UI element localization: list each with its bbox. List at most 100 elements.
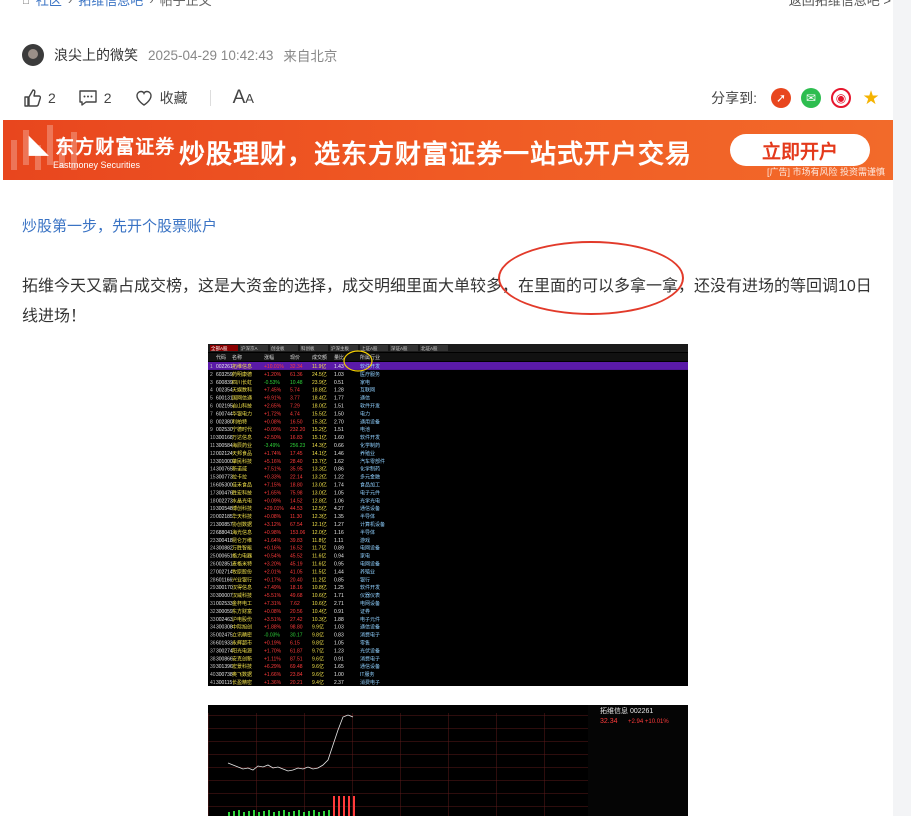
volume-bar <box>268 810 270 816</box>
row-ratio: 1.03 <box>334 625 344 631</box>
row-change: -0.03% <box>264 633 280 639</box>
row-code: 300007 <box>216 593 233 599</box>
row-index: 21 <box>210 522 216 528</box>
row-change: +2.01% <box>264 569 282 575</box>
row-change: +3.20% <box>264 562 282 568</box>
row-turnover: 13.3亿 <box>312 466 327 473</box>
row-name: 天邦食品 <box>232 450 252 457</box>
row-industry: 通信设备 <box>360 624 380 631</box>
row-change: +1.11% <box>264 656 281 662</box>
row-change: -3.49% <box>264 443 280 449</box>
grid-line <box>208 793 588 794</box>
row-index: 34 <box>210 625 216 631</box>
row-index: 33 <box>210 617 216 623</box>
row-change: +1.74% <box>264 451 282 457</box>
row-price: 39.83 <box>290 538 303 544</box>
volume-bar <box>253 810 255 816</box>
table-header-cell: 成交额 <box>312 354 327 361</box>
row-price: 27.42 <box>290 617 303 623</box>
row-ratio: 1.23 <box>334 648 344 654</box>
row-turnover: 14.1亿 <box>312 450 327 457</box>
back-to-board-link[interactable]: 返回拓维信息吧 > <box>789 0 891 9</box>
volume-bar <box>288 812 290 816</box>
row-industry: 多元金融 <box>360 474 380 481</box>
row-index: 8 <box>210 419 213 425</box>
intraday-chart-screenshot[interactable]: 拓维信息 002261 32.34 +2.94 +10.01% <box>208 705 688 816</box>
row-price: 11.30 <box>290 514 302 520</box>
stock-ranking-screenshot[interactable]: 全部A股 沪深京A 创业板 科创板 沪深主板 上证A股 深证A股 北证A股 代码 名称 涨幅 现价 成交… <box>208 344 688 686</box>
row-code: 300308 <box>216 625 233 631</box>
qzone-star-icon[interactable]: ★ <box>861 88 881 109</box>
row-price: 22.14 <box>290 475 303 481</box>
author-name[interactable]: 浪尖上的微笑 <box>54 45 138 65</box>
row-ratio: 1.50 <box>334 411 344 417</box>
row-name: 奥飞数据 <box>232 671 252 678</box>
open-account-button[interactable]: 立即开户 <box>730 134 870 166</box>
row-ratio: 0.95 <box>334 562 344 568</box>
row-turnover: 9.6亿 <box>312 671 324 678</box>
row-ratio: 1.27 <box>334 522 344 528</box>
row-index: 23 <box>210 538 216 544</box>
row-change: +3.12% <box>264 522 282 528</box>
row-change: +0.08% <box>264 609 282 615</box>
row-turnover: 15.5亿 <box>312 410 327 417</box>
row-name: 格力电器 <box>232 553 252 560</box>
volume-bar <box>318 812 320 816</box>
breadcrumb-board[interactable]: 拓维信息吧 <box>78 0 143 9</box>
row-industry: 光伏设备 <box>360 647 380 654</box>
favorite-button[interactable]: 收藏 <box>134 88 188 108</box>
quote-title: 拓维信息 002261 <box>600 706 653 715</box>
row-index: 12 <box>210 451 216 457</box>
row-price: 18.80 <box>290 483 303 489</box>
wechat-icon[interactable]: ✉ <box>801 88 821 108</box>
row-name: 沪电股份 <box>232 616 252 623</box>
row-code: 301396 <box>216 664 233 670</box>
row-turnover: 15.2亿 <box>312 426 327 433</box>
row-index: 16 <box>210 483 216 489</box>
grid-line-v <box>256 713 257 816</box>
row-ratio: 1.25 <box>334 585 344 591</box>
row-turnover: 11.6亿 <box>312 561 326 568</box>
comment-button[interactable]: 2 <box>78 88 112 108</box>
row-name: 佳禾食品 <box>232 482 252 489</box>
row-price: 5.74 <box>290 388 300 394</box>
row-name: 肇民科技 <box>232 458 252 465</box>
price-line <box>227 714 354 772</box>
grid-line-v <box>352 713 353 816</box>
eastmoney-logo: ◣ 东方财富证券 Eastmoney Securities <box>29 137 176 170</box>
font-size-button[interactable]: AA <box>233 87 254 109</box>
row-turnover: 11.9亿 <box>312 363 326 370</box>
row-ratio: 1.46 <box>334 451 344 457</box>
avatar[interactable] <box>22 44 44 66</box>
grid-line-v <box>448 713 449 816</box>
row-turnover: 11.7亿 <box>312 545 326 552</box>
row-turnover: 13.0亿 <box>312 482 327 489</box>
row-industry: 养殖业 <box>360 568 375 575</box>
ad-banner[interactable]: ◣ 东方财富证券 Eastmoney Securities 炒股理财，选东方财富… <box>3 120 893 180</box>
chevron-right-icon: › <box>149 0 153 7</box>
row-code: 300857 <box>216 522 233 528</box>
like-button[interactable]: 2 <box>22 88 56 108</box>
row-code: 300476 <box>216 490 233 496</box>
font-size-icon: AA <box>232 87 254 108</box>
row-name: 海辰药业 <box>232 442 252 449</box>
row-industry: 化学制药 <box>360 442 380 449</box>
row-index: 24 <box>210 546 216 552</box>
row-price: 23.84 <box>290 672 303 678</box>
banner-slogan: 炒股理财，选东方财富证券一站式开户交易 <box>179 139 693 169</box>
breadcrumb-home[interactable]: 社区 <box>36 0 62 9</box>
row-index: 20 <box>210 514 216 520</box>
row-industry: 软件开发 <box>360 434 380 441</box>
weibo-icon[interactable]: ◉ <box>831 88 851 108</box>
tab-label: 沪深主板 <box>331 345 349 352</box>
row-code: 300866 <box>216 656 233 662</box>
table-header-cell: 现价 <box>290 355 300 361</box>
row-turnover: 13.0亿 <box>312 489 327 496</box>
row-name: 四川长虹 <box>232 379 252 386</box>
row-name: 中际旭创 <box>232 624 252 631</box>
open-account-link[interactable]: 炒股第一步，先开个股票账户 <box>22 215 217 236</box>
home-icon[interactable]: ⌂ <box>22 0 30 7</box>
row-change: +0.98% <box>264 530 282 536</box>
share-eastmoney-icon[interactable]: ➚ <box>771 88 791 108</box>
volume-bar <box>343 796 345 816</box>
